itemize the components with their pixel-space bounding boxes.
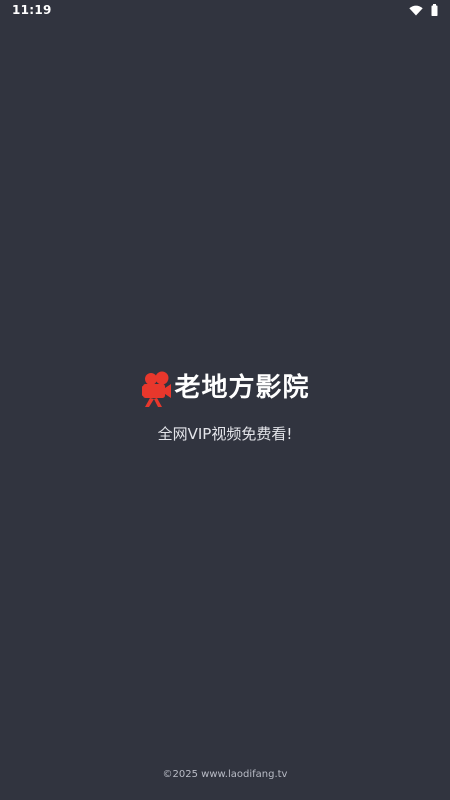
status-time: 11:19 <box>12 3 52 17</box>
footer-copyright: ©2025 www.laodifang.tv <box>162 769 288 780</box>
movie-camera-icon <box>142 371 172 407</box>
app-title: 老地方影院 <box>174 373 310 403</box>
battery-icon <box>431 4 438 16</box>
status-icons <box>409 4 438 16</box>
status-bar: 11:19 <box>0 0 450 20</box>
wifi-icon <box>409 5 423 16</box>
brand-lockup: 老地方影院 <box>0 368 450 408</box>
tagline: 全网VIP视频免费看! <box>157 425 293 443</box>
